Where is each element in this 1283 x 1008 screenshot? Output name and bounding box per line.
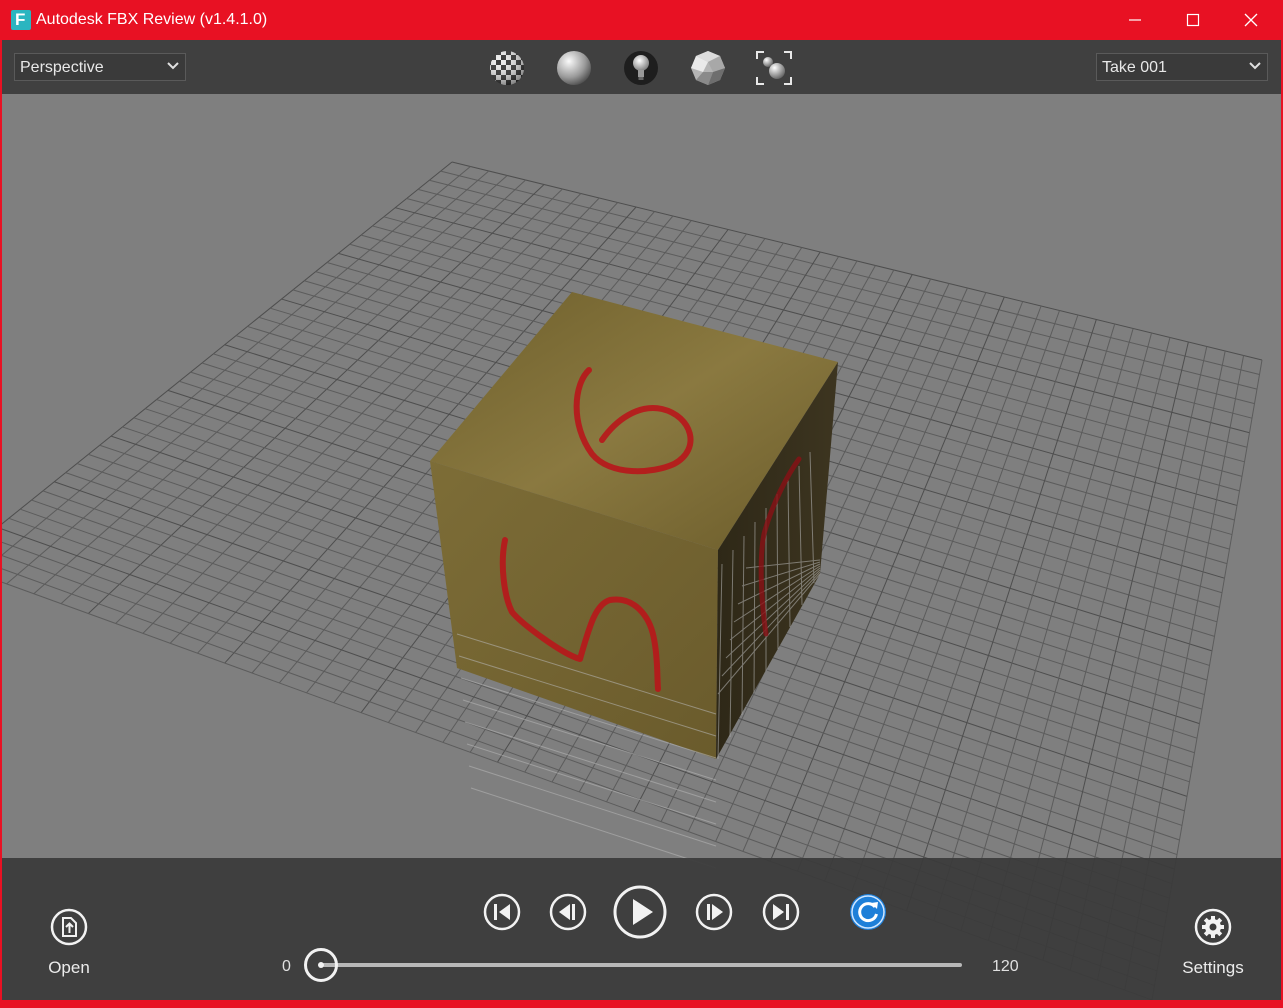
previous-frame-icon[interactable] [548, 892, 588, 932]
app-logo-icon: F [11, 10, 31, 30]
toolbar: Perspective Take 001 [2, 40, 1281, 94]
settings-label: Settings [1182, 958, 1244, 977]
open-label: Open [48, 958, 90, 977]
chevron-down-icon [1249, 62, 1261, 70]
close-button[interactable] [1222, 0, 1280, 40]
minimize-button[interactable] [1106, 0, 1164, 40]
texture-display-icon [490, 51, 524, 85]
maximize-button[interactable] [1164, 0, 1222, 40]
take-select-value: Take 001 [1102, 59, 1167, 76]
title-bar[interactable]: F Autodesk FBX Review (v1.4.1.0) [0, 0, 1283, 40]
maximize-icon [1186, 13, 1200, 27]
settings-button[interactable]: Settings [1173, 908, 1253, 1008]
next-frame-icon[interactable] [694, 892, 734, 932]
app-window: F Autodesk FBX Review (v1.4.1.0) Perspec… [0, 0, 1283, 1002]
timeline-end: 120 [992, 958, 1019, 975]
shading-button[interactable] [553, 50, 593, 86]
wireframe-icon [691, 51, 725, 85]
gear-icon [1194, 908, 1232, 946]
lighting-button[interactable] [620, 50, 660, 86]
chevron-down-icon [167, 62, 179, 70]
go-to-end-icon[interactable] [761, 892, 801, 932]
camera-select-value: Perspective [20, 59, 104, 76]
take-select[interactable]: Take 001 [1096, 53, 1268, 81]
minimize-icon [1129, 19, 1141, 21]
go-to-start-icon[interactable] [482, 892, 522, 932]
open-button[interactable]: Open [29, 908, 109, 1008]
wireframe-button[interactable] [687, 50, 727, 86]
shading-icon [557, 51, 591, 85]
playback-bar: Open 0 120 Settings [2, 858, 1281, 1000]
camera-select[interactable]: Perspective [14, 53, 186, 81]
timeline-start: 0 [282, 958, 291, 975]
texture-display-button[interactable] [486, 50, 526, 86]
timeline-track[interactable] [322, 963, 962, 967]
window-title: Autodesk FBX Review (v1.4.1.0) [36, 11, 268, 28]
lighting-icon [624, 51, 658, 85]
open-file-icon [50, 908, 88, 946]
loop-icon[interactable] [848, 892, 888, 932]
frame-all-icon [756, 51, 792, 85]
timeline-slider-thumb[interactable] [304, 948, 338, 982]
play-icon[interactable] [612, 884, 668, 940]
frame-all-button[interactable] [754, 50, 794, 86]
close-icon [1244, 13, 1258, 27]
cube [430, 292, 838, 869]
